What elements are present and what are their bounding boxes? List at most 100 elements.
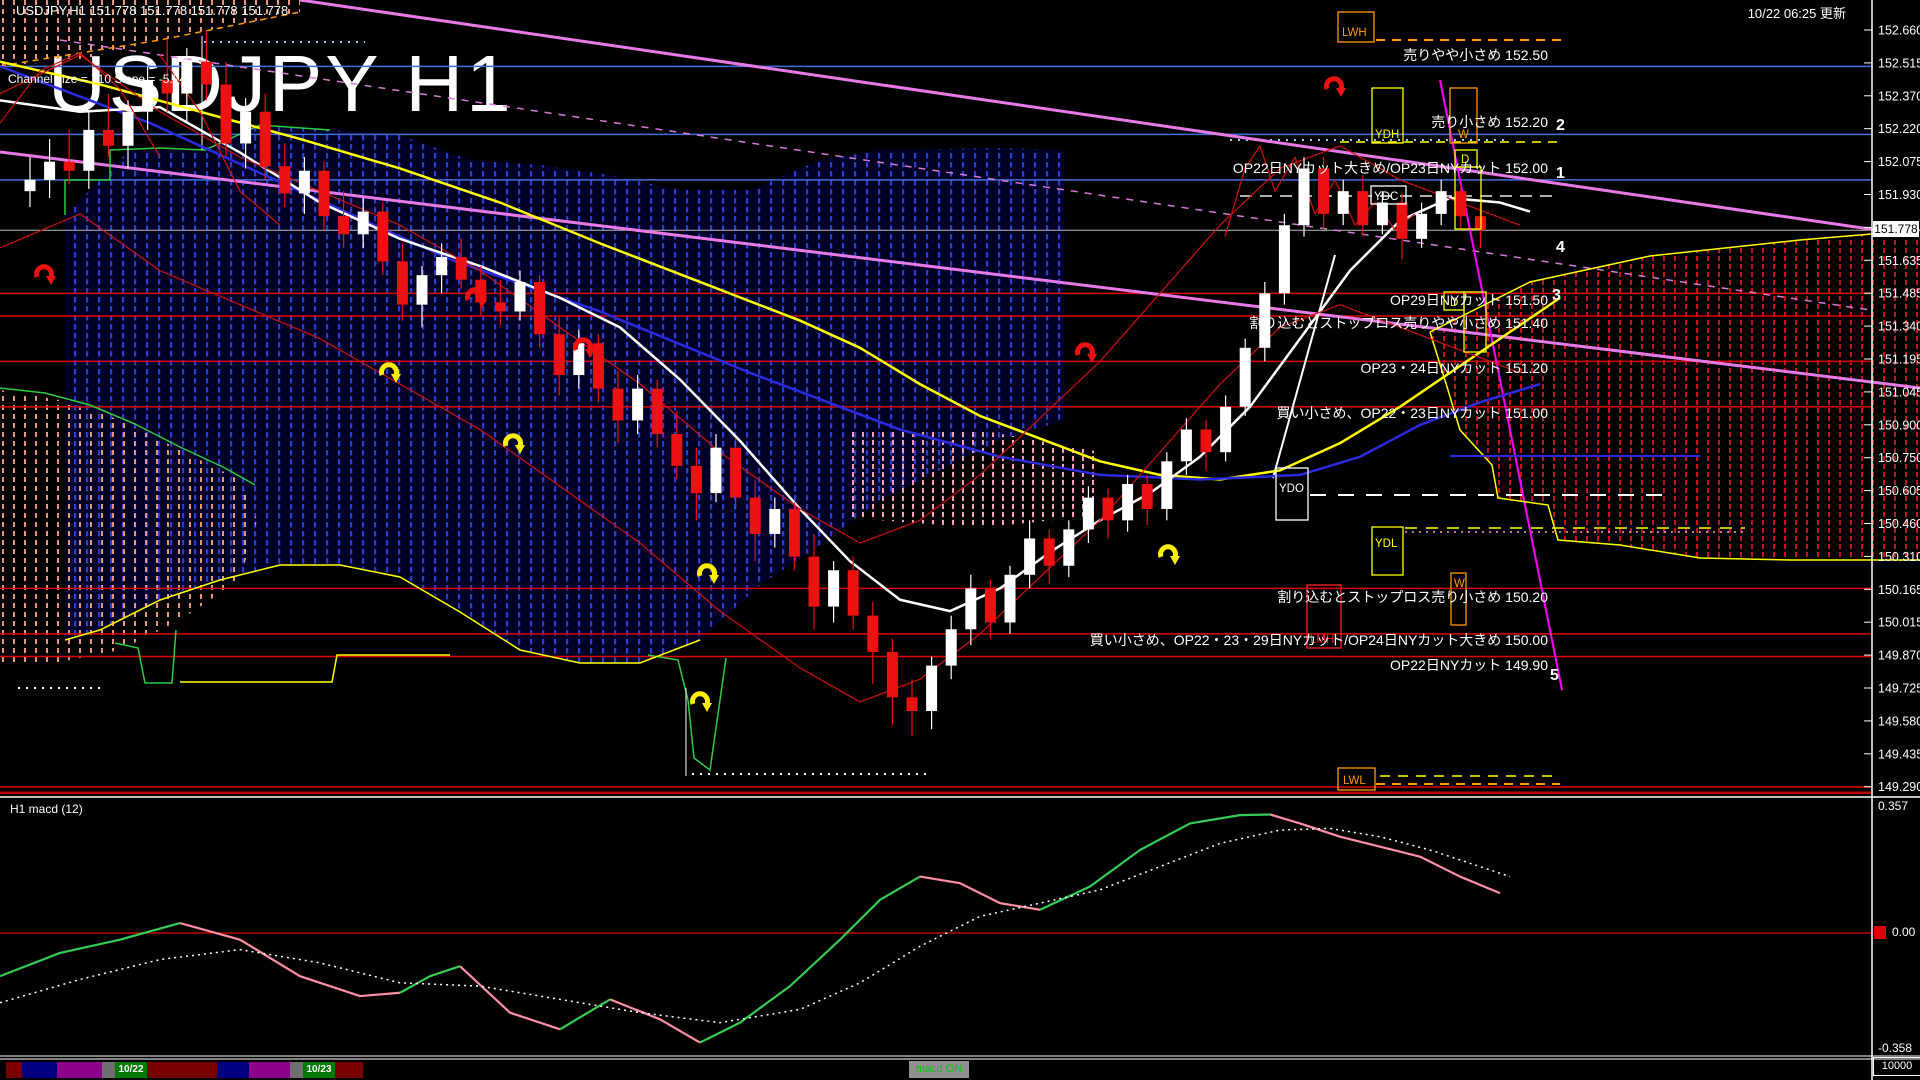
macd-line-rising [0, 921, 181, 978]
candle-up [514, 281, 526, 312]
uturn-arrow-icon [34, 264, 56, 285]
candle-up [828, 570, 840, 607]
axis-label: 151.045 [1878, 385, 1920, 399]
macd-line-rising [399, 965, 461, 994]
updated-timestamp: 10/22 06:25 更新 [1747, 6, 1846, 21]
candle-down [1200, 429, 1212, 453]
time-axis-date: 10/23 [303, 1062, 335, 1078]
candle-down [553, 334, 565, 376]
kumo-yellow-2 [180, 654, 450, 683]
axis-label: 150.165 [1878, 583, 1920, 597]
chart-annotation: OP22日NYカット大きめ/OP23日NYカット 152.00 [1233, 160, 1548, 176]
candle-up [1220, 406, 1232, 453]
axis-label: 152.660 [1878, 24, 1920, 38]
time-axis-segment [217, 1062, 249, 1078]
candle-down [984, 588, 996, 623]
candle-up [298, 170, 310, 194]
candle-up [122, 111, 134, 146]
count-label-4: 4 [1556, 239, 1565, 256]
candle-up [1063, 529, 1075, 566]
candle-down [1455, 191, 1467, 217]
candle-down [749, 497, 761, 534]
axis-label: 151.635 [1878, 254, 1920, 268]
label-text-YDC: YDC [1374, 191, 1398, 203]
uturn-head [702, 703, 712, 712]
candle-up [769, 508, 781, 534]
macd-line-falling [459, 965, 561, 1031]
macd-line-falling [919, 875, 1041, 911]
candle-down [534, 281, 546, 335]
uturn-arc [1324, 76, 1344, 90]
uturn-arrow-icon [690, 691, 712, 712]
ohlc-title: USDJPY,H1 151.778 151.778 151.778 151.77… [16, 3, 289, 18]
candle-up [416, 275, 428, 305]
kumo-green-4 [647, 654, 727, 772]
axis-label: 152.220 [1878, 122, 1920, 136]
axis-label: 149.435 [1878, 747, 1920, 761]
count-label-2: 2 [1556, 117, 1565, 134]
candle-up [1435, 191, 1447, 214]
time-axis-segment [102, 1062, 115, 1078]
count-label-5: 5 [1550, 667, 1559, 684]
candle-up [1180, 429, 1192, 462]
time-axis-segment [147, 1062, 217, 1078]
axis-label: 151.485 [1878, 287, 1920, 301]
axis-label: 150.750 [1878, 451, 1920, 465]
chart-annotation: OP29日NYカット 151.50 [1390, 292, 1548, 308]
axis-label: 151.930 [1878, 188, 1920, 202]
candle-down [867, 615, 879, 652]
candle-down [690, 465, 702, 494]
uturn-head [46, 276, 56, 285]
axis-label: 152.515 [1878, 56, 1920, 70]
chart-annotation: OP22日NYカット 149.90 [1390, 657, 1548, 673]
uturn-arrow-icon [1158, 544, 1180, 565]
candle-up [1122, 484, 1134, 521]
candle-up [1416, 213, 1428, 239]
candle-down [847, 570, 859, 616]
macd-line-falling [1269, 813, 1501, 895]
candle-up [965, 588, 977, 630]
label-text-YDH: YDH [1375, 129, 1399, 141]
macd-line-falling [609, 998, 701, 1044]
trading-chart-window: USDJPY H1 LWH YDH W D YDC D YDO YDL W LMH LWL 売りやや小… [0, 0, 1920, 1080]
candle-up [240, 111, 252, 144]
time-axis-segment [335, 1062, 363, 1078]
macd-range-box: 10000 [1873, 1057, 1920, 1076]
macd-indicator [0, 813, 1872, 1044]
uturn-arc [690, 691, 710, 705]
axis-label: 151.340 [1878, 320, 1920, 334]
candle-down [671, 434, 683, 466]
axis-label: 151.195 [1878, 353, 1920, 367]
candle-down [788, 508, 800, 557]
label-text-YDL: YDL [1375, 538, 1398, 550]
axis-label: 150.605 [1878, 484, 1920, 498]
candle-up [945, 629, 957, 666]
candle-up [632, 388, 644, 421]
candle-up [926, 665, 938, 711]
candle-down [612, 388, 624, 421]
candle-up [1082, 497, 1094, 530]
label-text-LWH: LWH [1342, 27, 1367, 39]
uturn-arc [1158, 544, 1178, 558]
candle-down [455, 257, 467, 280]
price-chart[interactable]: LWHYDH WDYDCDYDOYDLWLMHLWL売りやや小さめ 152.50売… [0, 0, 1920, 1080]
macd-line-rising [1039, 813, 1271, 911]
candle-down [1141, 484, 1153, 509]
axis-label: 152.075 [1878, 155, 1920, 169]
uturn-arc [1075, 342, 1095, 356]
candle-down [200, 61, 212, 85]
count-label-3: 3 [1552, 287, 1561, 304]
candle-up [1298, 168, 1310, 226]
macd-toggle-button[interactable]: macd ON [909, 1061, 969, 1078]
candle-up [436, 257, 448, 276]
chart-annotation: 売り小さめ 152.20 [1431, 114, 1548, 130]
macd-line-falling [179, 921, 401, 998]
candle-down [886, 651, 898, 698]
uturn-arrow-icon [1075, 342, 1097, 363]
chart-annotation: OP23・24日NYカット 151.20 [1360, 360, 1548, 376]
candle-up [1239, 347, 1251, 407]
ichimoku-clouds [0, 0, 1920, 663]
candle-down [259, 111, 271, 167]
macd-axis-zero: 0.00 [1892, 925, 1916, 939]
candle-down [494, 302, 506, 312]
